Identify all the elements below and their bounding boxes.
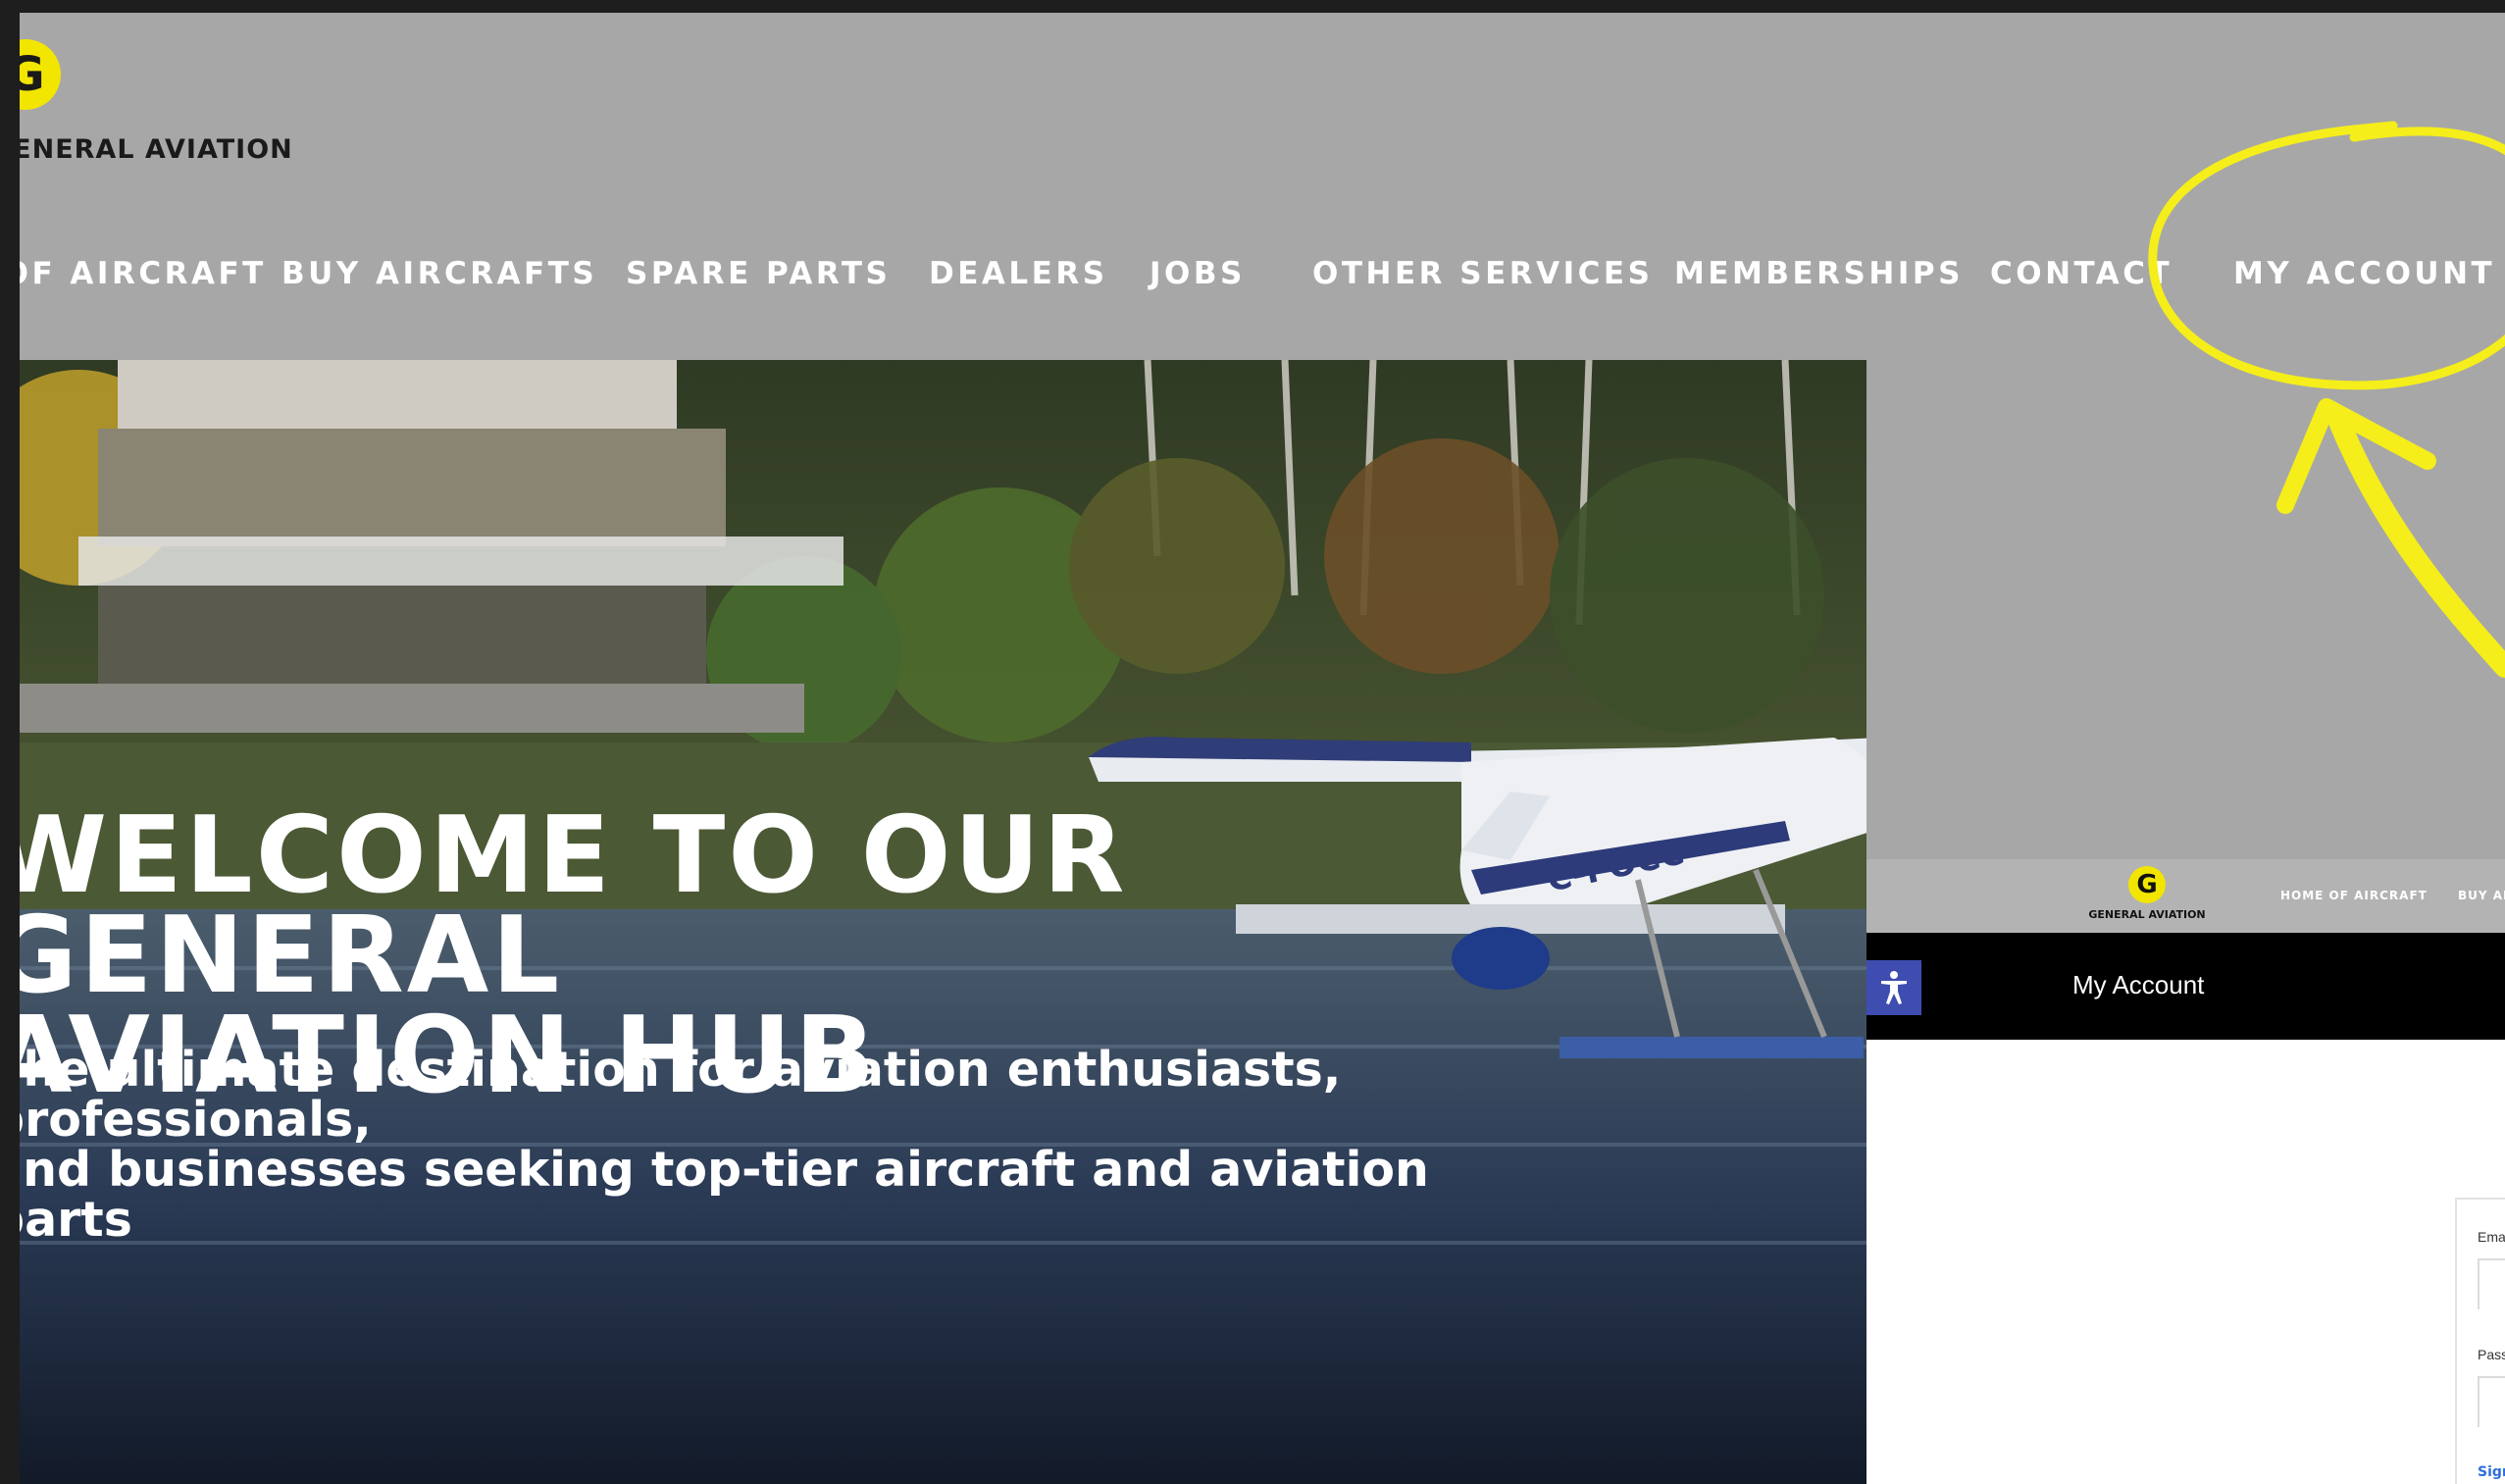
logo-text: GENERAL AVIATION [20,134,293,165]
preview-logo-badge: G [2128,866,2166,903]
email-label: Email [2478,1229,2505,1245]
screenshot-top-edge [0,0,2505,13]
password-field[interactable] [2478,1376,2505,1427]
my-account-preview: G GENERAL AVIATION HOME OF AIRCRAFT BUY … [1866,859,2505,1484]
accessibility-person-icon [1881,971,1907,1004]
email-field[interactable] [2478,1258,2505,1309]
nav-my-account[interactable]: MY ACCOUNT [2233,256,2495,291]
nav-other-services[interactable]: OTHER SERVICES [1312,256,1653,291]
website-screenshot: G GENERAL AVIATION HOME OF AIRCRAFT BUY … [20,13,2505,1484]
sign-in-link[interactable]: Sign in [2478,1464,2505,1480]
preview-nav-buy-aircrafts[interactable]: BUY AIRCRAFTS [2458,889,2505,902]
preview-nav-home-of-aircraft[interactable]: HOME OF AIRCRAFT [2280,889,2428,902]
hero-subtitle-line-1: The ultimate destination for aviation en… [20,1042,1342,1148]
hero-subtitle-line-2: and businesses seeking top-tier aircraft… [20,1142,1429,1248]
nav-home-of-aircraft[interactable]: HOME OF AIRCRAFT [20,256,267,291]
login-form-card: Email Password Sign in [2455,1198,2505,1484]
site-header: G GENERAL AVIATION HOME OF AIRCRAFT BUY … [20,13,2505,360]
hero-subtitle: The ultimate destination for aviation en… [20,1045,1579,1245]
screenshot-left-edge [0,0,20,1484]
hero-title-line-1: WELCOME TO OUR GENERAL [20,794,1128,1017]
nav-contact[interactable]: CONTACT [1990,256,2173,291]
nav-jobs[interactable]: JOBS [1150,256,1246,291]
nav-memberships[interactable]: MEMBERSHIPS [1674,256,1964,291]
hero-section: C-FOCC WELCOME TO OUR GENERAL AVIATION H… [20,360,1866,1484]
nav-spare-parts[interactable]: SPARE PARTS [626,256,891,291]
nav-buy-aircrafts[interactable]: BUY AIRCRAFTS [281,256,597,291]
nav-dealers[interactable]: DEALERS [929,256,1108,291]
main-nav: HOME OF AIRCRAFT BUY AIRCRAFTS SPARE PAR… [20,256,2505,305]
preview-logo-text: GENERAL AVIATION [2088,908,2206,921]
logo-badge: G [20,39,61,110]
preview-header: G GENERAL AVIATION HOME OF AIRCRAFT BUY … [1866,859,2505,933]
preview-title-bar: My Account [1866,933,2505,1040]
site-logo[interactable]: G GENERAL AVIATION [20,25,292,172]
preview-page-title: My Account [2072,970,2205,999]
accessibility-button[interactable] [1866,960,1921,1015]
password-label: Password [2478,1347,2505,1362]
